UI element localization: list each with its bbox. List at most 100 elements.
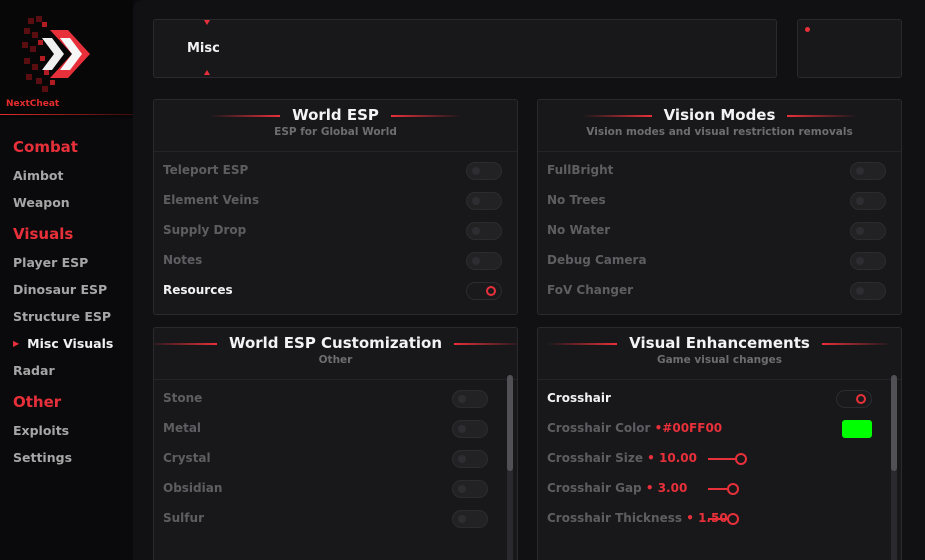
nav-item-weapon[interactable]: Weapon — [13, 195, 70, 210]
section-header: Visual Enhancements Game visual changes — [538, 333, 901, 366]
bullet-icon: • — [686, 511, 694, 525]
app-window: NextCheat Combat Aimbot Weapon Visuals P… — [0, 0, 925, 560]
toggle-knob — [856, 394, 866, 404]
nav-item-aimbot[interactable]: Aimbot — [13, 168, 64, 183]
divider — [538, 379, 901, 380]
no-water-toggle[interactable] — [850, 222, 886, 240]
toggle-knob — [486, 286, 496, 296]
toggle-knob — [856, 167, 864, 175]
divider — [538, 151, 901, 152]
toggle-knob — [472, 167, 480, 175]
sidebar: NextCheat Combat Aimbot Weapon Visuals P… — [0, 0, 133, 560]
tab-misc[interactable]: Misc — [153, 19, 777, 78]
toggle-knob — [458, 515, 466, 523]
nav-item-dinosaur-esp[interactable]: Dinosaur ESP — [13, 282, 107, 297]
vision-modes-panel: Vision Modes Vision modes and visual res… — [537, 99, 902, 315]
option-supply-drop-label: Supply Drop — [163, 223, 247, 237]
crosshair-toggle[interactable] — [836, 390, 872, 408]
resources-toggle[interactable] — [466, 282, 502, 300]
divider — [0, 114, 133, 115]
obsidian-toggle[interactable] — [452, 480, 488, 498]
divider — [154, 151, 517, 152]
option-crystal-label: Crystal — [163, 451, 211, 465]
section-header: Vision Modes Vision modes and visual res… — [538, 105, 901, 138]
crosshair-thickness-row: Crosshair Thickness • 1.50 — [547, 511, 728, 525]
crosshair-color-value: #00FF00 — [662, 421, 723, 435]
crosshair-size-label: Crosshair Size — [547, 451, 643, 465]
world-esp-customization-panel: World ESP Customization Other Stone Meta… — [153, 327, 518, 560]
teleport-esp-toggle[interactable] — [466, 162, 502, 180]
crosshair-size-value: 10.00 — [659, 451, 697, 465]
scroll-thumb[interactable] — [891, 375, 897, 471]
sulfur-toggle[interactable] — [452, 510, 488, 528]
stone-toggle[interactable] — [452, 390, 488, 408]
toggle-knob — [856, 257, 864, 265]
crosshair-gap-label: Crosshair Gap — [547, 481, 642, 495]
fov-changer-toggle[interactable] — [850, 282, 886, 300]
crystal-toggle[interactable] — [452, 450, 488, 468]
toggle-knob — [472, 227, 480, 235]
visual-enhancements-panel: Visual Enhancements Game visual changes … — [537, 327, 902, 560]
element-veins-toggle[interactable] — [466, 192, 502, 210]
scrollbar[interactable] — [891, 375, 897, 560]
nav-item-radar[interactable]: Radar — [13, 363, 55, 378]
crosshair-size-slider-knob[interactable] — [735, 453, 747, 465]
active-arrow-icon: ▶ — [13, 339, 20, 348]
toggle-knob — [856, 197, 864, 205]
section-title: Vision Modes — [581, 106, 858, 124]
section-header: World ESP Customization Other — [154, 333, 517, 366]
option-obsidian-label: Obsidian — [163, 481, 223, 495]
notes-toggle[interactable] — [466, 252, 502, 270]
section-subtitle: Game visual changes — [656, 354, 783, 366]
scrollbar[interactable] — [507, 375, 513, 560]
section-subtitle: ESP for Global World — [274, 126, 397, 138]
option-notes-label: Notes — [163, 253, 203, 267]
nav-item-label: Misc Visuals — [27, 336, 114, 351]
section-subtitle: Vision modes and visual restriction remo… — [586, 126, 853, 138]
toggle-knob — [458, 485, 466, 493]
option-element-veins-label: Element Veins — [163, 193, 260, 207]
nav-item-player-esp[interactable]: Player ESP — [13, 255, 88, 270]
option-fullbright-label: FullBright — [547, 163, 614, 177]
toggle-knob — [472, 257, 480, 265]
section-title: Visual Enhancements — [547, 334, 892, 352]
option-sulfur-label: Sulfur — [163, 511, 204, 525]
option-fov-changer-label: FoV Changer — [547, 283, 634, 297]
crosshair-color-swatch[interactable] — [842, 420, 872, 438]
crosshair-gap-slider-knob[interactable] — [727, 483, 739, 495]
option-debug-camera-label: Debug Camera — [547, 253, 647, 267]
option-no-trees-label: No Trees — [547, 193, 606, 207]
section-title: World ESP — [210, 106, 461, 124]
brand-name: NextCheat — [6, 99, 60, 109]
status-dot-icon — [805, 27, 810, 32]
option-resources-label: Resources — [163, 283, 233, 297]
crosshair-thickness-label: Crosshair Thickness — [547, 511, 683, 525]
toggle-knob — [472, 197, 480, 205]
nav-item-misc-visuals[interactable]: ▶ Misc Visuals — [13, 336, 113, 351]
option-stone-label: Stone — [163, 391, 203, 405]
metal-toggle[interactable] — [452, 420, 488, 438]
crosshair-thickness-slider-knob[interactable] — [727, 513, 739, 525]
nav-header-other: Other — [13, 393, 62, 411]
nav-item-settings[interactable]: Settings — [13, 450, 72, 465]
tab-label: Misc — [187, 41, 220, 56]
toggle-knob — [458, 455, 466, 463]
toggle-knob — [458, 425, 466, 433]
section-title: World ESP Customization — [154, 334, 517, 352]
fullbright-toggle[interactable] — [850, 162, 886, 180]
tab-arrow-down-icon — [204, 70, 210, 75]
logo-icon — [22, 16, 90, 92]
toggle-knob — [856, 287, 864, 295]
bullet-icon: • — [645, 481, 654, 495]
no-trees-toggle[interactable] — [850, 192, 886, 210]
crosshair-size-row: Crosshair Size • 10.00 — [547, 451, 697, 465]
supply-drop-toggle[interactable] — [466, 222, 502, 240]
toggle-knob — [458, 395, 466, 403]
nav-item-structure-esp[interactable]: Structure ESP — [13, 309, 111, 324]
nav-item-exploits[interactable]: Exploits — [13, 423, 69, 438]
debug-camera-toggle[interactable] — [850, 252, 886, 270]
nav-header-combat: Combat — [13, 138, 78, 156]
status-panel — [797, 19, 902, 78]
logo-area: NextCheat — [0, 0, 133, 118]
scroll-thumb[interactable] — [507, 375, 513, 471]
